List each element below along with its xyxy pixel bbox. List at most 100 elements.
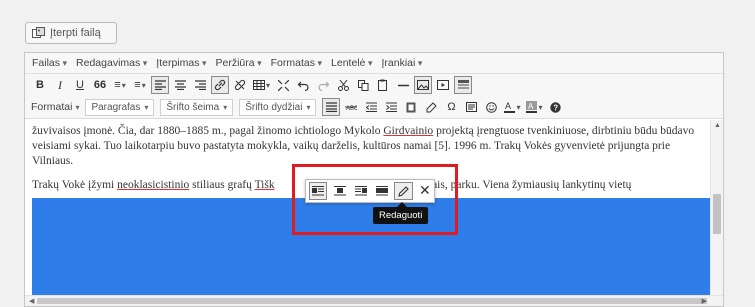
paste-text-button[interactable] — [402, 98, 420, 116]
image-align-left-button[interactable] — [309, 182, 328, 200]
horizontal-rule-button[interactable] — [394, 76, 412, 94]
scroll-up-arrow-icon[interactable]: ▲ — [714, 122, 721, 129]
italic-button[interactable]: I — [51, 76, 69, 94]
menu-file[interactable]: Failas — [32, 57, 67, 69]
outdent-icon — [365, 102, 377, 112]
indent-button[interactable] — [382, 98, 400, 116]
redo-button[interactable] — [314, 76, 332, 94]
image-remove-button[interactable]: ✕ — [416, 182, 434, 200]
code-icon — [465, 102, 477, 112]
horizontal-scroll-thumb[interactable] — [37, 298, 707, 304]
svg-text:ABC: ABC — [346, 106, 357, 112]
svg-text:?: ? — [553, 103, 558, 112]
scroll-left-arrow-icon[interactable]: ◀ — [29, 297, 34, 305]
svg-text:A: A — [528, 102, 534, 111]
background-color-button[interactable]: A — [524, 98, 544, 116]
special-character-button[interactable]: Ω — [442, 98, 460, 116]
vertical-scroll-thumb[interactable] — [713, 194, 721, 234]
formats-dropdown[interactable]: Formatai — [31, 101, 79, 113]
clipboard-icon — [406, 102, 416, 113]
image-align-none-button[interactable] — [373, 182, 391, 200]
menu-edit[interactable]: Redagavimas — [76, 57, 147, 69]
help-icon: ? — [550, 101, 561, 113]
text-color-button[interactable]: A — [502, 98, 522, 116]
image-align-center-button[interactable] — [330, 182, 348, 200]
strikethrough-button[interactable]: ABC — [342, 98, 360, 116]
misspelled-word-girdvainio: Girdvainio — [383, 125, 434, 137]
background-color-icon: A — [526, 101, 538, 113]
blockquote-button[interactable]: 66 — [91, 76, 109, 94]
paragraph-select-value: Paragrafas — [91, 101, 141, 113]
paste-button[interactable] — [374, 76, 392, 94]
fullscreen-button[interactable] — [274, 76, 292, 94]
font-size-select[interactable]: Šrifto dydžiai — [239, 98, 317, 116]
insert-media-button[interactable]: Įterpti failą — [25, 22, 117, 44]
media-icon — [32, 27, 45, 38]
menu-view[interactable]: Peržiūra — [216, 57, 262, 69]
image-align-center-icon — [333, 186, 346, 196]
toggle-toolbar-button[interactable] — [454, 76, 473, 94]
scissors-icon — [337, 79, 349, 91]
image-edit-button[interactable] — [394, 182, 413, 200]
table-icon — [253, 80, 265, 90]
toolbar-row-1: B I U 66 ≡ ≡ — [25, 74, 723, 96]
menu-tools[interactable]: Įrankiai — [382, 57, 423, 69]
link-icon — [214, 79, 226, 91]
table-button[interactable] — [251, 76, 272, 94]
numbered-list-button[interactable]: ≡ — [131, 76, 149, 94]
image-align-right-icon — [354, 186, 367, 196]
image-inline-toolbar: ✕ — [305, 179, 435, 203]
align-left-button[interactable] — [151, 76, 169, 94]
unlink-icon — [234, 79, 246, 91]
eraser-icon — [426, 101, 437, 112]
paragraph-1: žuvivaisos įmonė. Čia, dar 1880–1885 m.,… — [32, 124, 705, 169]
vertical-scrollbar[interactable]: ▲ — [710, 120, 723, 296]
editor-menubar: Failas Redagavimas Įterpimas Peržiūra Fo… — [25, 53, 723, 74]
kitchen-sink-icon — [457, 80, 469, 89]
insert-image-button[interactable] — [414, 76, 433, 94]
font-family-select[interactable]: Šrifto šeima — [160, 98, 234, 116]
paragraph-select[interactable]: Paragrafas — [85, 98, 155, 116]
page-gutter — [726, 52, 755, 307]
fullscreen-icon — [277, 79, 289, 91]
paragraph-1-text-a: žuvivaisos įmonė. Čia, dar 1880–1885 m.,… — [32, 125, 384, 137]
redo-icon — [317, 81, 329, 91]
align-left-icon — [154, 80, 166, 90]
outdent-button[interactable] — [362, 98, 380, 116]
horizontal-scrollbar[interactable]: ◀ ▶ — [25, 295, 723, 306]
justify-button[interactable] — [322, 98, 341, 116]
copy-button[interactable] — [354, 76, 372, 94]
insert-media-embed-button[interactable] — [434, 76, 452, 94]
align-right-icon — [194, 80, 206, 90]
toolbar-row-2: Formatai Paragrafas Šrifto šeima Šrifto … — [25, 96, 723, 119]
horizontal-rule-icon — [397, 84, 409, 86]
menu-insert[interactable]: Įterpimas — [156, 57, 206, 69]
bullet-list-button[interactable]: ≡ — [111, 76, 129, 94]
emoticon-button[interactable] — [482, 98, 500, 116]
paragraph-2-text-a: Trakų Vokė įžymi — [32, 179, 118, 191]
smiley-icon — [486, 101, 497, 113]
paste-icon — [377, 79, 387, 91]
undo-button[interactable] — [294, 76, 312, 94]
code-block-button[interactable] — [462, 98, 480, 116]
indent-icon — [385, 102, 397, 112]
pencil-icon — [398, 185, 409, 197]
undo-icon — [297, 81, 309, 91]
menu-format[interactable]: Formatas — [271, 57, 322, 69]
close-icon: ✕ — [418, 183, 431, 199]
selected-image[interactable] — [32, 198, 711, 298]
insert-link-button[interactable] — [211, 76, 229, 94]
menu-table[interactable]: Lentelė — [331, 57, 372, 69]
align-center-button[interactable] — [171, 76, 189, 94]
bold-button[interactable]: B — [31, 76, 49, 94]
clear-formatting-button[interactable] — [422, 98, 440, 116]
remove-link-button[interactable] — [231, 76, 249, 94]
underline-button[interactable]: U — [71, 76, 89, 94]
image-align-right-button[interactable] — [352, 182, 370, 200]
align-center-icon — [174, 80, 186, 90]
cut-button[interactable] — [334, 76, 352, 94]
image-align-none-icon — [376, 186, 389, 196]
scroll-right-arrow-icon[interactable]: ▶ — [702, 297, 707, 305]
help-button[interactable]: ? — [547, 98, 565, 116]
align-right-button[interactable] — [191, 76, 209, 94]
